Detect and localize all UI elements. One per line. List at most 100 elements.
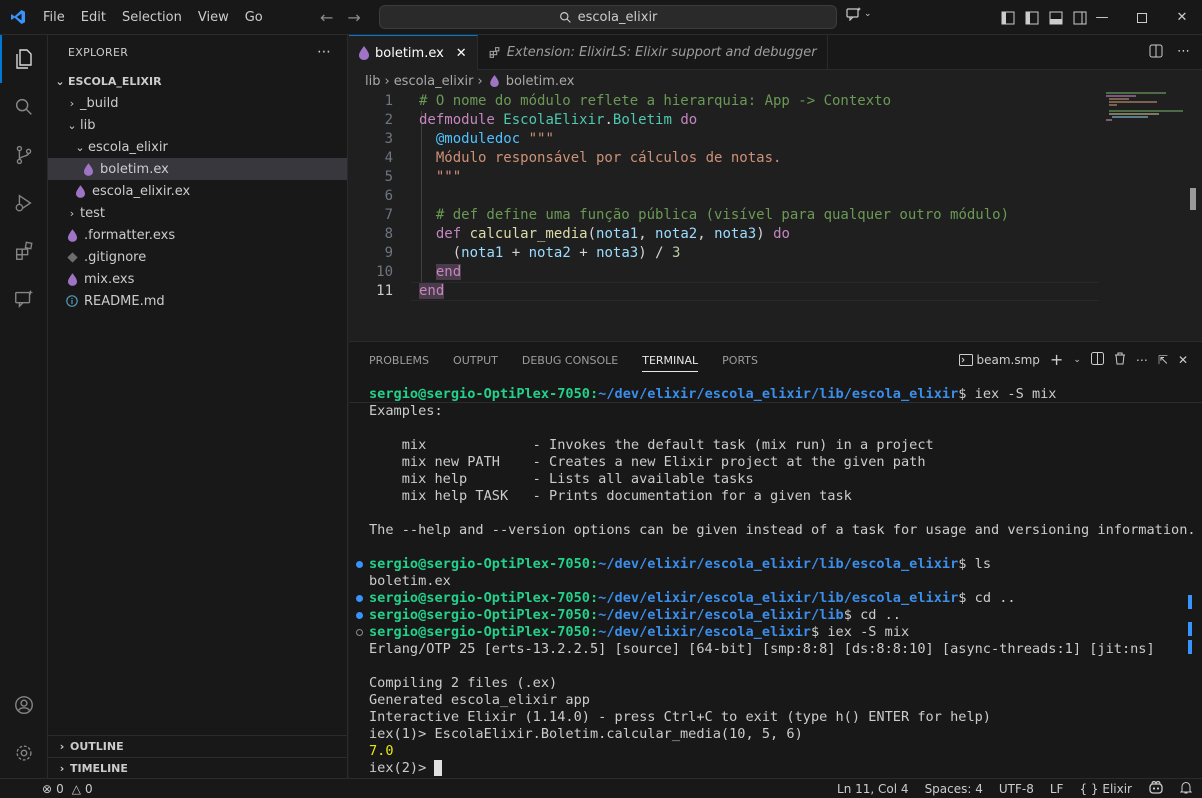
split-editor-icon[interactable] — [1149, 44, 1163, 62]
settings-gear-icon[interactable] — [0, 729, 48, 777]
explorer-root-folder[interactable]: ⌄ ESCOLA_ELIXIR — [48, 70, 347, 92]
elixir-file-icon — [359, 46, 369, 60]
code-line: 7 # def define uma função pública (visív… — [349, 206, 1202, 225]
terminal-text: mix - Invokes the default task (mix run)… — [369, 437, 934, 453]
close-panel-icon[interactable]: ✕ — [1178, 353, 1188, 367]
command-success-icon[interactable] — [356, 612, 363, 619]
status-bar: ⊗ 0 △ 0 Ln 11, Col 4 Spaces: 4 UTF-8 LF … — [0, 778, 1202, 798]
prompt-user: sergio@sergio-OptiPlex-7050 — [369, 556, 590, 572]
tree-file[interactable]: .gitignore — [48, 246, 347, 268]
tree-file[interactable]: mix.exs — [48, 268, 347, 290]
menu-view[interactable]: View — [190, 0, 237, 35]
search-icon[interactable] — [0, 83, 48, 131]
new-terminal-icon[interactable]: + — [1050, 350, 1063, 369]
tab-terminal[interactable]: TERMINAL — [642, 349, 699, 372]
breadcrumb-file[interactable]: boletim.ex — [506, 74, 575, 89]
trash-icon[interactable] — [1114, 352, 1126, 368]
source-control-icon[interactable] — [0, 131, 48, 179]
minimap[interactable] — [1106, 92, 1188, 122]
breadcrumb-escola-elixir[interactable]: escola_elixir — [394, 74, 474, 89]
prompt-separator: : — [589, 386, 599, 402]
tab-output[interactable]: OUTPUT — [453, 354, 498, 367]
close-icon[interactable]: ✕ — [1162, 0, 1202, 35]
end-of-line[interactable]: LF — [1050, 782, 1064, 796]
run-debug-icon[interactable] — [0, 179, 48, 227]
extensions-icon[interactable] — [0, 227, 48, 275]
split-terminal-icon[interactable] — [1090, 351, 1104, 368]
tree-file[interactable]: .formatter.exs — [48, 224, 347, 246]
prompt-symbol: $ — [843, 607, 852, 623]
tab-ports[interactable]: PORTS — [722, 354, 758, 367]
prompt-path: ~/dev/elixir/escola_elixir/lib/escola_el… — [598, 590, 959, 606]
problems-status[interactable]: ⊗ 0 △ 0 — [0, 782, 93, 796]
language-mode[interactable]: { } Elixir — [1079, 782, 1132, 796]
terminal-output-line: Interactive Elixir (1.14.0) - press Ctrl… — [349, 709, 1202, 726]
vscode-logo-icon — [0, 0, 35, 35]
terminal-text: 7.0 — [369, 743, 394, 759]
more-actions-icon[interactable]: ⋯ — [317, 44, 331, 60]
code-line: 8 def calcular_media(nota1, nota2, nota3… — [349, 225, 1202, 244]
code-line: 11 end — [349, 282, 1202, 301]
chevron-down-icon[interactable]: ⌄ — [1073, 355, 1081, 365]
menu-file[interactable]: File — [35, 0, 73, 35]
editor-scrollbar-marker[interactable] — [1190, 188, 1196, 210]
bottom-panel: PROBLEMS OUTPUT DEBUG CONSOLE TERMINAL P… — [349, 341, 1202, 778]
tree-folder[interactable]: › _build — [48, 92, 347, 114]
tree-file[interactable]: boletim.ex — [48, 158, 347, 180]
chat-icon[interactable] — [0, 275, 48, 323]
close-tab-icon[interactable]: ✕ — [456, 46, 467, 61]
command-center-search[interactable]: escola_elixir — [379, 5, 837, 29]
minimize-icon[interactable]: — — [1082, 0, 1122, 35]
more-actions-icon[interactable]: ⋯ — [1177, 44, 1190, 62]
chevron-right-icon: › — [477, 73, 483, 89]
forward-arrow-icon[interactable]: → — [347, 8, 360, 27]
chat-sparkle-icon — [846, 7, 861, 21]
account-icon[interactable] — [0, 681, 48, 729]
command-success-icon[interactable] — [356, 595, 363, 602]
code-text: """ — [419, 168, 461, 187]
toggle-sidebar-icon[interactable] — [1000, 10, 1016, 26]
tab-problems[interactable]: PROBLEMS — [369, 354, 429, 367]
tree-folder[interactable]: ⌄ lib — [48, 114, 347, 136]
tree-folder[interactable]: › test — [48, 202, 347, 224]
command-success-icon[interactable] — [356, 561, 363, 568]
terminal-text: Erlang/OTP 25 [erts-13.2.2.5] [source] [… — [369, 641, 1155, 657]
indentation[interactable]: Spaces: 4 — [925, 782, 983, 796]
notifications-bell-icon[interactable] — [1179, 781, 1193, 797]
tab-extension-elixirls[interactable]: Extension: ElixirLS: Elixir support and … — [478, 35, 828, 70]
code-line: 9 (nota1 + nota2 + nota3) / 3 — [349, 244, 1202, 263]
menu-go[interactable]: Go — [237, 0, 271, 35]
toggle-panel-icon[interactable] — [1048, 10, 1064, 26]
tree-folder[interactable]: ⌄ escola_elixir — [48, 136, 347, 158]
back-arrow-icon[interactable]: ← — [320, 8, 333, 27]
more-actions-icon[interactable]: ⋯ — [1136, 353, 1148, 367]
code-token: nota1 — [461, 245, 504, 261]
breadcrumb-lib[interactable]: lib — [365, 74, 380, 89]
code-line: 3 @moduledoc """ — [349, 130, 1202, 149]
maximize-panel-icon[interactable]: ⇱ — [1158, 353, 1168, 367]
maximize-icon[interactable] — [1122, 0, 1162, 35]
encoding[interactable]: UTF-8 — [999, 782, 1034, 796]
outline-section[interactable]: › OUTLINE — [48, 735, 348, 757]
elixir-file-icon — [489, 75, 499, 87]
command-running-icon[interactable] — [356, 629, 363, 636]
toggle-primary-sidebar-icon[interactable] — [1024, 10, 1040, 26]
menu-selection[interactable]: Selection — [114, 0, 190, 35]
terminal-output[interactable]: sergio@sergio-OptiPlex-7050: ~/dev/elixir… — [349, 386, 1202, 777]
explorer-files-icon[interactable] — [0, 35, 48, 83]
tab-boletim[interactable]: boletim.ex ✕ — [349, 35, 478, 70]
timeline-section[interactable]: › TIMELINE — [48, 757, 348, 779]
tree-file[interactable]: README.md — [48, 290, 347, 312]
tree-file[interactable]: escola_elixir.ex — [48, 180, 347, 202]
copilot-chat-button[interactable]: ⌄ — [846, 7, 872, 21]
menu-edit[interactable]: Edit — [73, 0, 114, 35]
extensions-icon — [489, 47, 500, 58]
cursor-position[interactable]: Ln 11, Col 4 — [837, 782, 909, 796]
code-editor[interactable]: 1 # O nome do módulo reflete a hierarquia… — [349, 92, 1202, 342]
chevron-down-icon: ⌄ — [864, 9, 872, 19]
terminal-prompt-line: sergio@sergio-OptiPlex-7050:~/dev/elixir… — [349, 607, 1202, 624]
copilot-icon[interactable] — [1148, 781, 1164, 797]
terminal-selector[interactable]: beam.smp — [958, 353, 1040, 367]
chevron-right-icon: › — [69, 206, 75, 220]
tab-debug-console[interactable]: DEBUG CONSOLE — [522, 354, 618, 367]
